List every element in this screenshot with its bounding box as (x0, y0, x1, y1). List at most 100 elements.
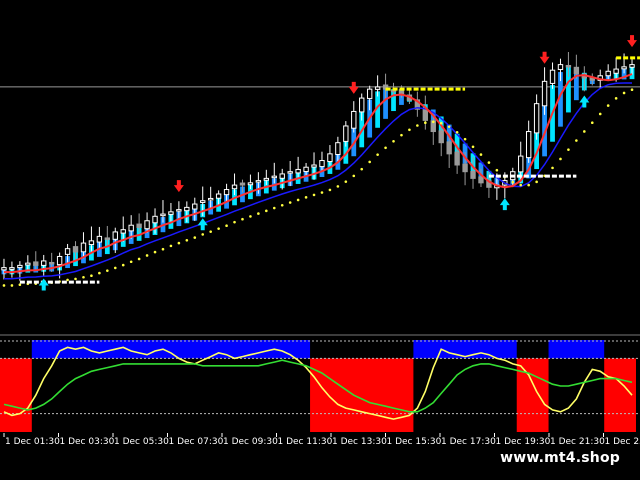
trailing-stop-dot (551, 166, 554, 170)
candle-body (192, 203, 198, 210)
buy-arrow-icon (579, 95, 590, 108)
candle-body (41, 260, 47, 266)
trailing-stop-dot (106, 269, 109, 272)
candle-body (311, 164, 317, 168)
candle-body (366, 88, 373, 99)
trailing-stop-dot (511, 180, 515, 184)
candle-body (613, 68, 619, 74)
trailing-stop-dot (320, 191, 324, 194)
trailing-stop-dot (463, 137, 467, 141)
price-pane[interactable] (0, 35, 640, 291)
trailing-stop-dot (328, 188, 332, 192)
candle-body (9, 267, 15, 270)
trailing-stop-dot (424, 121, 427, 125)
trailing-stop-dot (121, 263, 125, 267)
buy-arrow-icon (38, 278, 49, 291)
time-axis-label: 1 Dec 09:30 (223, 437, 278, 447)
candle-body (1, 267, 7, 271)
candle-body (128, 224, 134, 232)
candle-body (271, 175, 277, 179)
time-axis-label: 1 Dec 11:30 (278, 437, 333, 447)
candle-body (80, 242, 87, 253)
candle-body (605, 70, 611, 77)
trailing-stop-dot (257, 212, 260, 215)
candle-body (478, 176, 484, 184)
trailing-stop-dot (360, 167, 364, 171)
candle-body (120, 229, 126, 234)
time-axis-label: 1 Dec 07:30 (169, 437, 224, 447)
trailing-stop-dot (185, 238, 189, 242)
candle-body (64, 248, 71, 255)
sell-arrow-icon (539, 51, 550, 64)
trailing-stop-dot (193, 236, 197, 239)
sell-arrow-icon (173, 180, 184, 193)
trailing-stop-dot (249, 215, 252, 218)
candle-body (525, 131, 532, 159)
time-axis-label: 1 Dec 23 (605, 437, 640, 447)
time-axis-label: 1 Dec 15:30 (387, 437, 442, 447)
candle-body (96, 235, 103, 243)
bullish-zone (548, 340, 605, 359)
candle-body (152, 215, 158, 224)
chart-stage: 1 Dec 01:30 1 Dec 03:30 1 Dec 05:30 1 Dec 0… (0, 35, 640, 447)
candle-body (88, 240, 95, 246)
watermark-text: www.mt4.shop (500, 450, 620, 466)
trailing-stop-dot (137, 257, 141, 261)
candle-body (176, 209, 182, 212)
trailing-stop-dot (209, 230, 212, 233)
trailing-stop-dot (598, 112, 602, 116)
candle-body (104, 237, 111, 240)
candle-body (223, 189, 230, 196)
trailing-stop-dot (90, 274, 93, 278)
candle-body (359, 97, 365, 113)
trailing-stop-dot (169, 244, 173, 248)
time-axis-label: 1 Dec 01:30 (5, 437, 60, 447)
trailing-stop-dot (384, 146, 387, 150)
candle-body (565, 64, 572, 68)
candle-body (549, 69, 556, 84)
candle-body (470, 170, 476, 179)
trailing-stop-dot (161, 247, 165, 251)
time-axis-label: 1 Dec 03:30 (60, 437, 115, 447)
trailing-stop-dot (280, 203, 284, 207)
trailing-stop-dot (177, 241, 181, 245)
candle-body (263, 177, 270, 181)
time-axis-label: 1 Dec 05:30 (114, 437, 169, 447)
trailing-stop-dot (535, 180, 538, 184)
sell-arrow-icon (348, 81, 359, 94)
trailing-stop-dot (74, 277, 77, 281)
trailing-stop-dot (439, 121, 443, 125)
trailing-stop-dot (575, 139, 578, 142)
candle-body (557, 64, 564, 70)
trailing-stop-dot (487, 161, 491, 164)
bearish-zone (516, 358, 549, 432)
trailing-stop-dot (312, 193, 316, 197)
trailing-stop-dot (10, 284, 14, 287)
trailing-stop-dot (352, 174, 356, 178)
oscillator-pane[interactable] (0, 340, 640, 432)
trailing-stop-dot (82, 275, 85, 279)
candle-body (533, 103, 540, 134)
trailing-stop-dot (296, 198, 300, 202)
candle-body (462, 163, 468, 173)
bearish-zone (310, 358, 414, 432)
trailing-stop-dot (583, 130, 586, 133)
candle-body (112, 231, 118, 240)
candle-body (184, 206, 190, 212)
candle-body (303, 166, 309, 173)
trailing-stop-dot (630, 88, 634, 92)
trailing-stop-dot (344, 180, 348, 183)
candle-body (239, 182, 246, 186)
trailing-stop-dot (288, 201, 292, 204)
candle-body (518, 155, 524, 173)
time-axis-label: 1 Dec 19:30 (496, 437, 551, 447)
candle-body (343, 125, 349, 142)
candle-body (48, 261, 55, 265)
candle-body (541, 80, 548, 107)
candle-body (56, 255, 63, 266)
candle-body (144, 220, 150, 230)
trailing-stop-dot (614, 97, 618, 100)
trailing-stop-dot (18, 283, 22, 287)
trailing-stop-dot (479, 153, 483, 156)
candle-body (335, 142, 341, 155)
